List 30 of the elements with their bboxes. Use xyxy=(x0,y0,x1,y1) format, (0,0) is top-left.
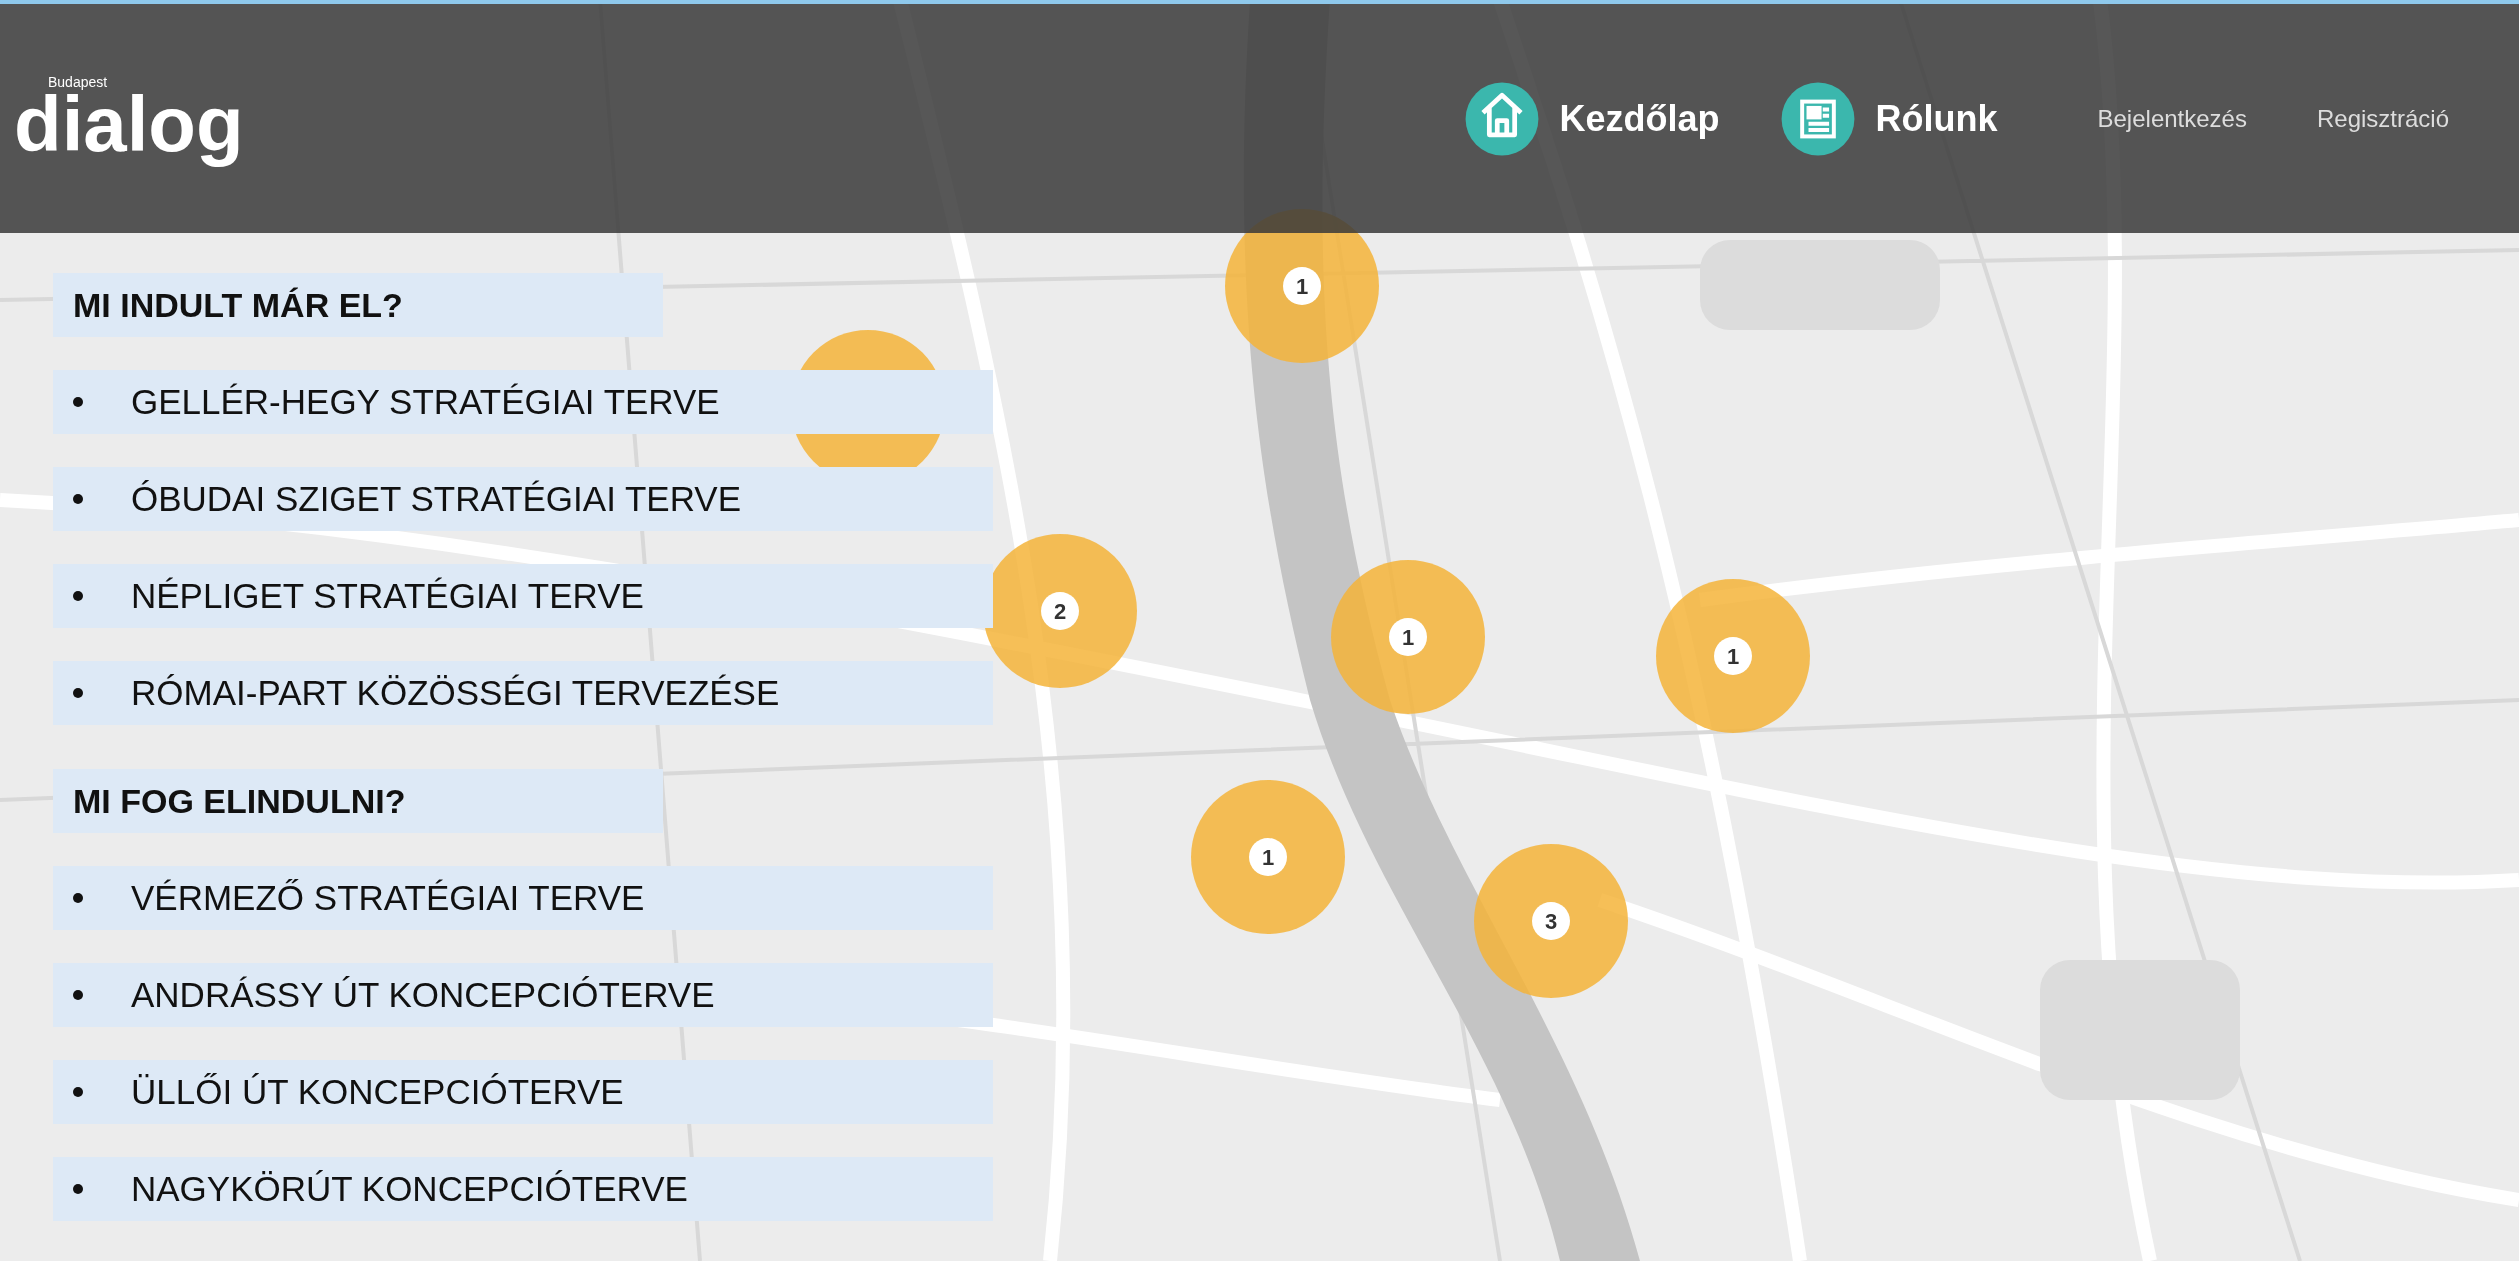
auth-link[interactable]: Bejelentkezés xyxy=(2097,100,2247,137)
bullet-icon xyxy=(73,1184,83,1194)
bullet-icon xyxy=(73,688,83,698)
auth-link[interactable]: Regisztráció xyxy=(2316,100,2449,137)
section-heading: MI INDULT MÁR EL? xyxy=(53,273,663,337)
home-icon xyxy=(1463,80,1540,157)
plan-list-item[interactable]: NAGYKÖRÚT KONCEPCIÓTERVE xyxy=(53,1157,993,1221)
marker-count: 1 xyxy=(1283,267,1321,305)
plan-list-item[interactable]: NÉPLIGET STRATÉGIAI TERVE xyxy=(53,564,993,628)
bullet-icon xyxy=(73,990,83,1000)
section-heading: MI FOG ELINDULNI? xyxy=(53,769,663,833)
plan-list-item[interactable]: VÉRMEZŐ STRATÉGIAI TERVE xyxy=(53,866,993,930)
marker-count: 1 xyxy=(1389,618,1427,656)
plan-list-item[interactable]: ANDRÁSSY ÚT KONCEPCIÓTERVE xyxy=(53,963,993,1027)
nav-link[interactable]: Rólunk xyxy=(1779,80,1998,157)
bullet-icon xyxy=(73,893,83,903)
marker-count: 2 xyxy=(1041,592,1079,630)
marker-count: 1 xyxy=(1249,838,1287,876)
plan-list-item[interactable]: GELLÉR-HEGY STRATÉGIAI TERVE xyxy=(53,370,993,434)
newspaper-icon xyxy=(1779,80,1856,157)
bullet-icon xyxy=(73,1087,83,1097)
marker-count: 1 xyxy=(1714,637,1752,675)
plan-list-item[interactable]: ÜLLŐI ÚT KONCEPCIÓTERVE xyxy=(53,1060,993,1124)
nav-link[interactable]: Kezdőlap xyxy=(1463,80,1720,157)
plan-list-item[interactable]: ÓBUDAI SZIGET STRATÉGIAI TERVE xyxy=(53,467,993,531)
bullet-icon xyxy=(73,591,83,601)
marker-count: 3 xyxy=(1532,902,1570,940)
bullet-icon xyxy=(73,397,83,407)
bullet-icon xyxy=(73,494,83,504)
plan-list-item[interactable]: RÓMAI-PART KÖZÖSSÉGI TERVEZÉSE xyxy=(53,661,993,725)
